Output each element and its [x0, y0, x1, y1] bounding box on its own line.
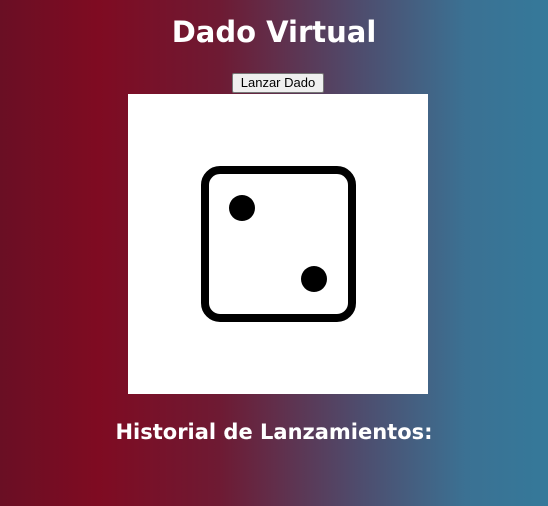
dice-pip-top-left — [229, 195, 255, 221]
page-title: Dado Virtual — [171, 15, 377, 49]
history-title: Historial de Lanzamientos: — [115, 420, 433, 444]
dice-two-icon — [201, 166, 356, 322]
dice-pip-bottom-right — [301, 266, 327, 292]
roll-dice-button[interactable]: Lanzar Dado — [232, 73, 324, 93]
dice-outline — [201, 166, 356, 322]
dice-display — [128, 94, 428, 394]
